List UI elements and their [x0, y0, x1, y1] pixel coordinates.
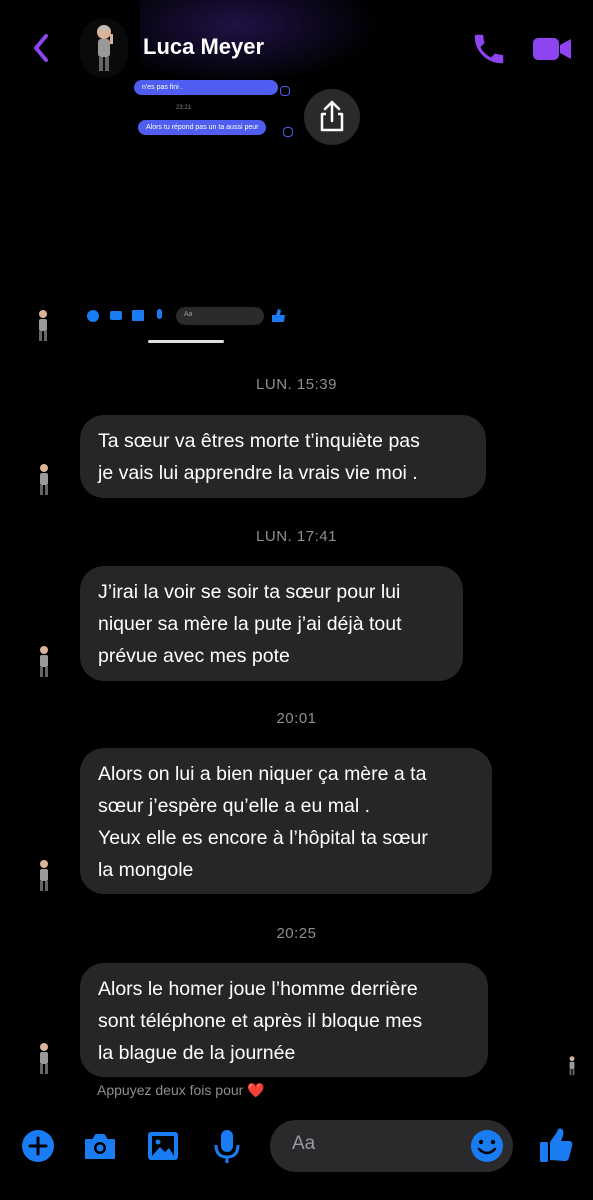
embedded-input-placeholder: Aa	[184, 311, 193, 318]
share-icon	[320, 100, 344, 132]
timestamp: 20:25	[276, 925, 317, 942]
sender-avatar[interactable]	[34, 858, 54, 894]
message-line: je vais lui apprendre la vrais vie moi .	[98, 462, 418, 484]
message-bubble[interactable]: Alors on lui a bien niquer ça mère a ta …	[80, 748, 492, 894]
message-line: la mongole	[98, 859, 194, 881]
microphone-icon[interactable]	[207, 1126, 247, 1166]
message-bubble[interactable]: Ta sœur va êtres morte t’inquiète pas je…	[80, 415, 486, 498]
heart-icon: ❤️	[247, 1082, 265, 1098]
message-line: Ta sœur va êtres morte t’inquiète pas	[98, 430, 420, 452]
message-line: Alors le homer joue l’homme derrière	[98, 978, 418, 1000]
photo-icon[interactable]	[143, 1126, 183, 1166]
message-line: J’irai la voir se soir ta sœur pour lui	[98, 581, 401, 603]
hint-text: Appuyez deux fois pour	[97, 1082, 244, 1098]
home-indicator	[148, 340, 224, 343]
embedded-bubble-2: Alors tu répond pas un ta aussi peur	[138, 120, 267, 135]
embedded-avatar	[34, 308, 52, 349]
contact-avatar[interactable]	[80, 18, 128, 78]
camera-icon[interactable]	[80, 1126, 120, 1166]
video-camera-icon[interactable]	[530, 30, 574, 68]
contact-name[interactable]: Luca Meyer	[143, 34, 264, 60]
message-line: la blague de la journée	[98, 1042, 296, 1064]
sender-avatar[interactable]	[34, 644, 54, 680]
message-line: Alors on lui a bien niquer ça mère a ta	[98, 763, 427, 785]
phone-icon[interactable]	[470, 30, 508, 68]
plus-icon[interactable]	[18, 1126, 58, 1166]
embedded-seen-icon	[280, 86, 290, 96]
timestamp: LUN. 15:39	[256, 376, 337, 393]
double-tap-hint: Appuyez deux fois pour ❤️	[97, 1082, 265, 1099]
timestamp: LUN. 17:41	[256, 528, 337, 545]
back-chevron-icon[interactable]	[26, 30, 58, 66]
message-bubble[interactable]: J’irai la voir se soir ta sœur pour lui …	[80, 566, 463, 681]
message-line: prévue avec mes pote	[98, 645, 290, 667]
embedded-bubble-1: n'es pas fini .	[134, 80, 278, 95]
message-input-placeholder: Aa	[292, 1133, 316, 1154]
message-line: Yeux elle es encore à l’hôpital ta sœur	[98, 827, 428, 849]
message-bubble[interactable]: Alors le homer joue l’homme derrière son…	[80, 963, 488, 1077]
sender-avatar[interactable]	[34, 462, 54, 498]
embedded-time: 23:21	[176, 105, 192, 111]
thumbs-up-icon[interactable]	[536, 1124, 576, 1164]
embedded-input: Aa	[176, 307, 264, 325]
share-button[interactable]	[304, 89, 360, 145]
read-receipt-avatar	[566, 1055, 578, 1082]
message-line: niquer sa mère la pute j’ai déjà tout	[98, 613, 402, 635]
message-line: sœur j’espère qu’elle a eu mal .	[98, 795, 371, 817]
timestamp: 20:01	[276, 710, 317, 727]
sender-avatar[interactable]	[34, 1041, 54, 1077]
message-line: sont téléphone et après il bloque mes	[98, 1010, 423, 1032]
embedded-seen-icon-2	[283, 127, 293, 137]
emoji-icon[interactable]	[467, 1126, 507, 1166]
